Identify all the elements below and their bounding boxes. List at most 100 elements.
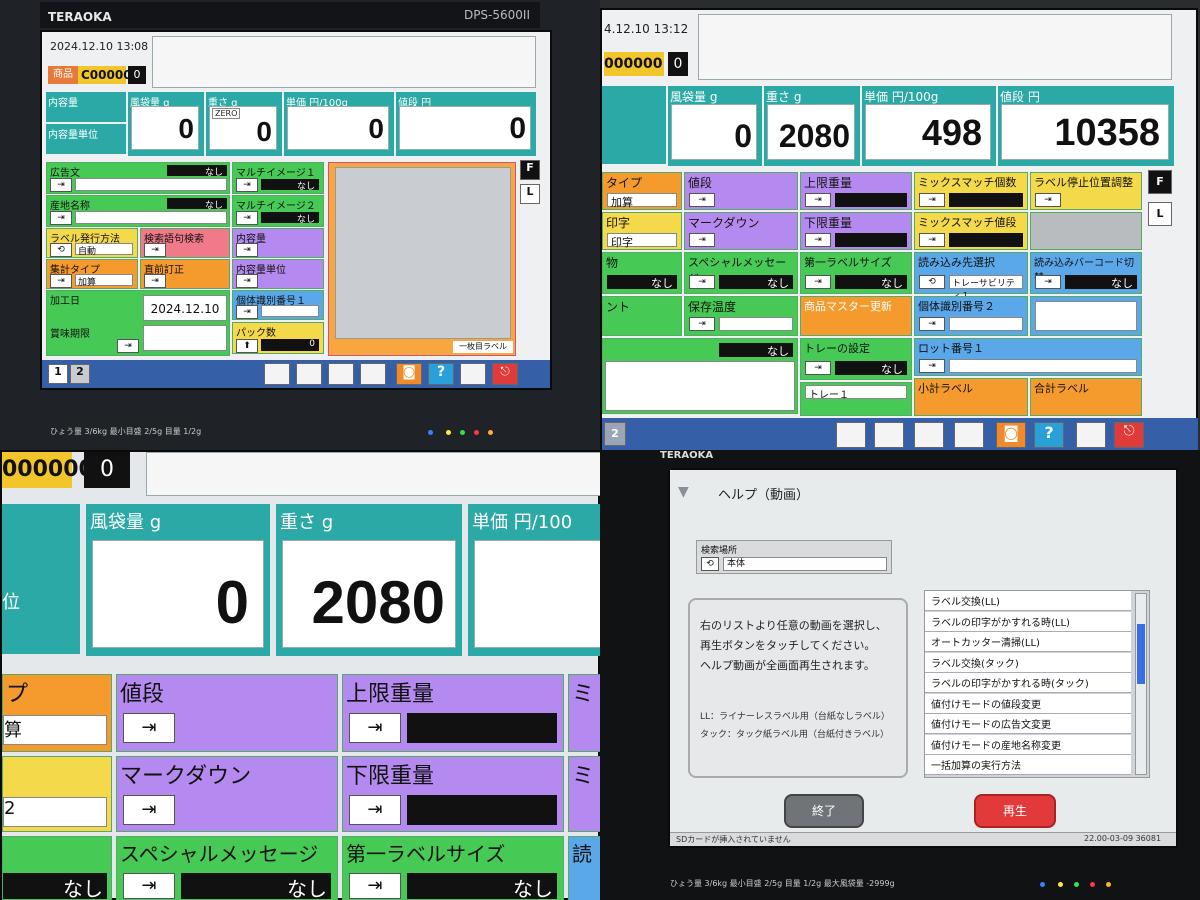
item-button[interactable]: 物 なし [602,252,682,294]
scrollbar-thumb[interactable] [1137,624,1145,684]
exit-button[interactable]: 終了 [784,794,864,828]
origin-name-button[interactable]: 産地名称 なし ⇥ [46,195,230,227]
toolbar-blank-button[interactable] [954,422,984,448]
multi-image2-button[interactable]: マルチイメージ２ ⇥ なし [232,195,324,227]
content-button[interactable]: 内容量 ⇥ [232,228,324,258]
toolbar-blank-button[interactable] [360,363,386,385]
label-stop-position-button[interactable]: ラベル停止位置調整 ⇥ [1030,172,1142,210]
first-label-size-button[interactable]: 第一ラベルサイズ ⇥ なし [800,252,912,294]
enter-icon: ⇥ [919,359,945,373]
toolbar-blank-button[interactable] [328,363,354,385]
toolbar-blank-button[interactable] [264,363,290,385]
tab-f[interactable]: F [520,160,540,180]
print-button-fragment[interactable]: 2 [2,756,112,832]
exit-icon[interactable]: ⎋ [492,363,518,385]
markdown-button[interactable]: マークダウン ⇥ [116,756,338,832]
video-list-item[interactable]: ラベル交換(LL) [925,591,1131,611]
subtotal-label-button[interactable]: 小計ラベル [914,378,1028,416]
toolbar-blank-button[interactable] [460,363,486,385]
type-button-fragment[interactable]: プ 算 [2,674,112,752]
play-button[interactable]: 再生 [974,794,1056,828]
toolbar-blank-button[interactable] [296,363,322,385]
ent-button[interactable]: ント [602,296,682,336]
pack-count-button[interactable]: パック数 ⬆ 0 [232,322,324,354]
camera-icon[interactable]: ◙ [396,363,422,385]
search-term-button[interactable]: 検索語句検索 ⇥ [140,228,230,258]
mix-fragment-1[interactable]: ミ [568,674,600,752]
search-place-label: 検索場所 [701,546,738,556]
scrollbar[interactable] [1135,593,1147,775]
page-2-button[interactable]: 2 [70,364,90,384]
indiv-id2-button[interactable]: 個体識別番号２ ⇥ [914,296,1028,336]
read-fragment[interactable]: 読 [568,836,600,900]
mix-match-price-button[interactable]: ミックスマッチ値段 ⇥ [914,212,1028,250]
tab-f[interactable]: F [1148,170,1172,194]
markdown-button[interactable]: マークダウン ⇥ [684,212,798,250]
video-list-item[interactable]: ラベルの印字がかすれる時(タック) [925,673,1131,693]
multi-image1-button[interactable]: マルチイメージ１ ⇥ なし [232,162,324,194]
mix-fragment-2[interactable]: ミ [568,756,600,832]
special-message-button[interactable]: スペシャルメッセージ ⇥ なし [684,252,798,294]
process-date-button[interactable]: 加工日 2024.12.10 賞味期限 ⇥ [46,290,230,356]
ad-text-button[interactable]: 広告文 なし ⇥ [46,162,230,194]
upper-weight-button[interactable]: 上限重量 ⇥ [342,674,564,752]
toolbar-blank-button[interactable] [1076,422,1106,448]
tab-l[interactable]: L [1148,202,1172,226]
read-destination-button[interactable]: 読み込み先選択 ⟲ トレーサビリティ１ [914,252,1028,302]
product-master-update-button[interactable]: 商品マスター更新 [800,296,912,336]
toolbar-blank-button[interactable] [914,422,944,448]
tab-l[interactable]: L [520,184,540,204]
video-list-item[interactable]: 値付けモードの広告文変更 [925,714,1131,734]
type-button[interactable]: タイプ 加算 [602,172,682,210]
tray1-button[interactable]: トレー１ [800,382,912,416]
barcode-switch-button[interactable]: 読み込みバーコード切替 ⇥ なし [1030,252,1142,294]
first-label-size-button[interactable]: 第一ラベルサイズ ⇥ なし [342,836,564,900]
storage-temp-button[interactable]: 保存温度 ⇥ [684,296,798,336]
special-message-button[interactable]: スペシャルメッセージ ⇥ なし [116,836,338,900]
video-list-item[interactable]: 値付けモードの値段変更 [925,693,1131,714]
help-button[interactable]: ? [1034,422,1064,448]
video-list-item[interactable]: オートカッター清掃(LL) [925,632,1131,652]
upper-weight-button[interactable]: 上限重量 ⇥ [800,172,912,210]
video-list-item[interactable]: 値付けモードの産地名称変更 [925,734,1131,755]
read-destination-label: 読み込み先選択 [918,256,995,269]
product-code[interactable]: 000000 [604,52,664,76]
aggregate-type-button[interactable]: 集計タイプ ⇥ 加算 [46,259,138,289]
exit-icon[interactable]: ⎋ [1114,422,1144,448]
print-button[interactable]: 印字 印字 [602,212,682,250]
help-button[interactable]: ? [428,363,454,385]
ad-value: なし [167,165,227,178]
lot-number1-button[interactable]: ロット番号１ ⇥ [914,338,1142,376]
status-bar: SDカードが挿入されていません 22.00-03-09 36081 [670,832,1176,846]
search-place-value[interactable]: 本体 [723,557,887,571]
lower-weight-button[interactable]: 下限重量 ⇥ [342,756,564,832]
price-button[interactable]: 値段 ⇥ [116,674,338,752]
page-2-button[interactable]: 2 [604,422,626,446]
video-list-item[interactable]: 一括加算の実行方法 [925,755,1131,775]
label-issue-method-button[interactable]: ラベル発行方法 ⟲ 自動 [46,228,138,258]
item-value: なし [3,873,107,900]
upper-weight-label: 上限重量 [804,176,853,190]
price-button[interactable]: 値段 ⇥ [684,172,798,210]
item-button-fragment[interactable]: なし [2,836,112,900]
content-unit-button[interactable]: 内容量単位 ⇥ [232,259,324,289]
toolbar-blank-button[interactable] [836,422,866,448]
total-label-button[interactable]: 合計ラベル [1030,378,1142,416]
video-list-item[interactable]: ラベル交換(タック) [925,652,1131,673]
page-1-button[interactable]: 1 [48,364,68,384]
mix-match-count-button[interactable]: ミックスマッチ個数 ⇥ [914,172,1028,210]
indiv-id1-button[interactable]: 個体識別番号１ ⇥ [232,290,324,320]
toolbar-blank-button[interactable] [874,422,904,448]
bottom-left-button[interactable]: なし [602,338,798,414]
refresh-icon[interactable]: ⟲ [701,557,719,571]
camera-icon[interactable]: ◙ [996,422,1026,448]
product-code[interactable]: 000000 [2,452,94,488]
left-panel-fragment: 位 [2,504,80,654]
product-code[interactable]: C00000 [78,66,132,84]
video-list-item[interactable]: ラベルの印字がかすれる時(LL) [925,611,1131,632]
photo-help-video: TERAOKA ▼ ヘルプ（動画） 検索場所 ⟲ 本体 右のリストより任意の動画… [600,450,1200,900]
enter-icon: ⇥ [123,873,175,899]
tray-setting-button[interactable]: トレーの設定 ⇥ なし [800,338,912,380]
lower-weight-button[interactable]: 下限重量 ⇥ [800,212,912,250]
direct-correct-button[interactable]: 直前訂正 ⇥ [140,259,230,289]
